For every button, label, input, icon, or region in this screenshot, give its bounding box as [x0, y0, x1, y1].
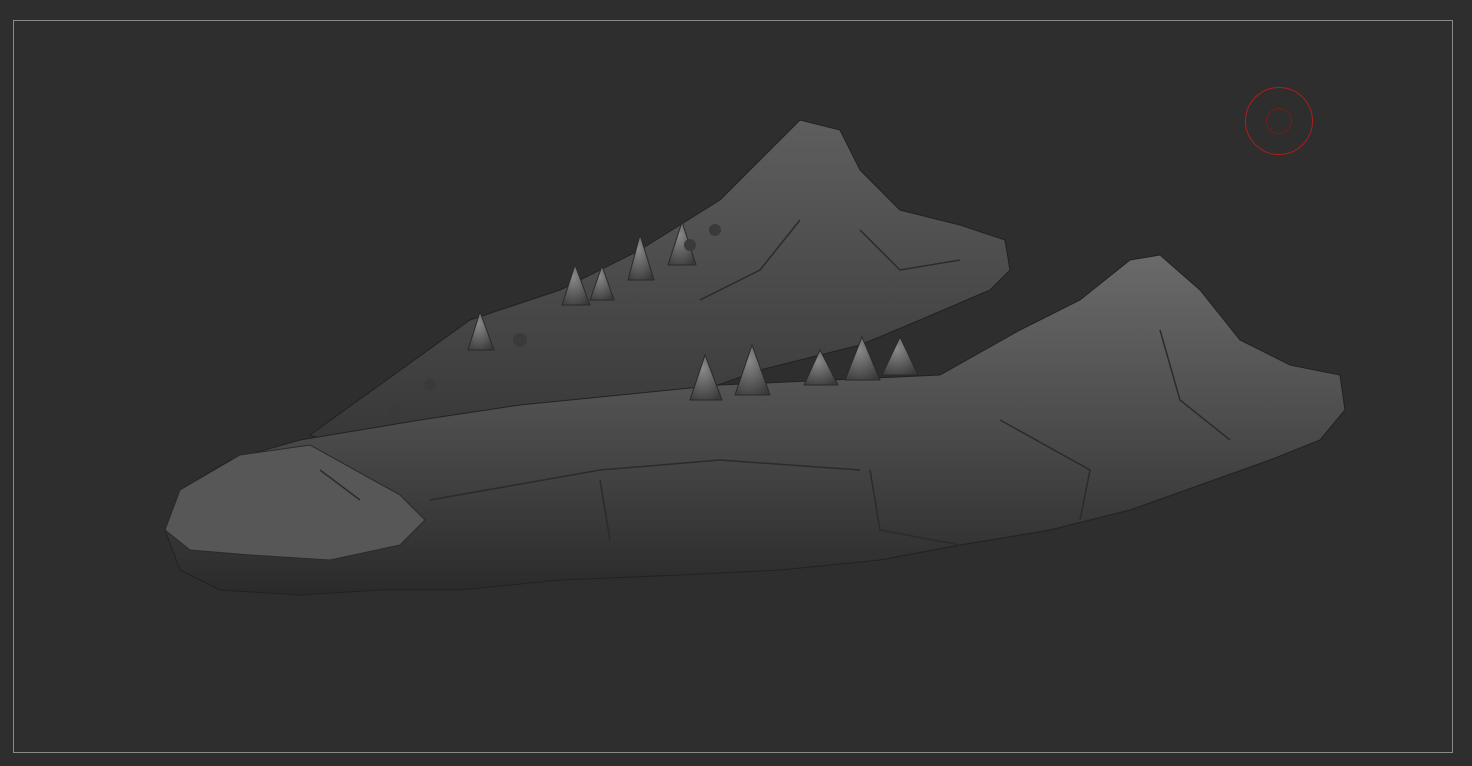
brush-cursor-icon	[1245, 87, 1313, 155]
brush-inner-ring	[1266, 108, 1292, 134]
sculpt-viewport[interactable]	[0, 0, 1472, 766]
